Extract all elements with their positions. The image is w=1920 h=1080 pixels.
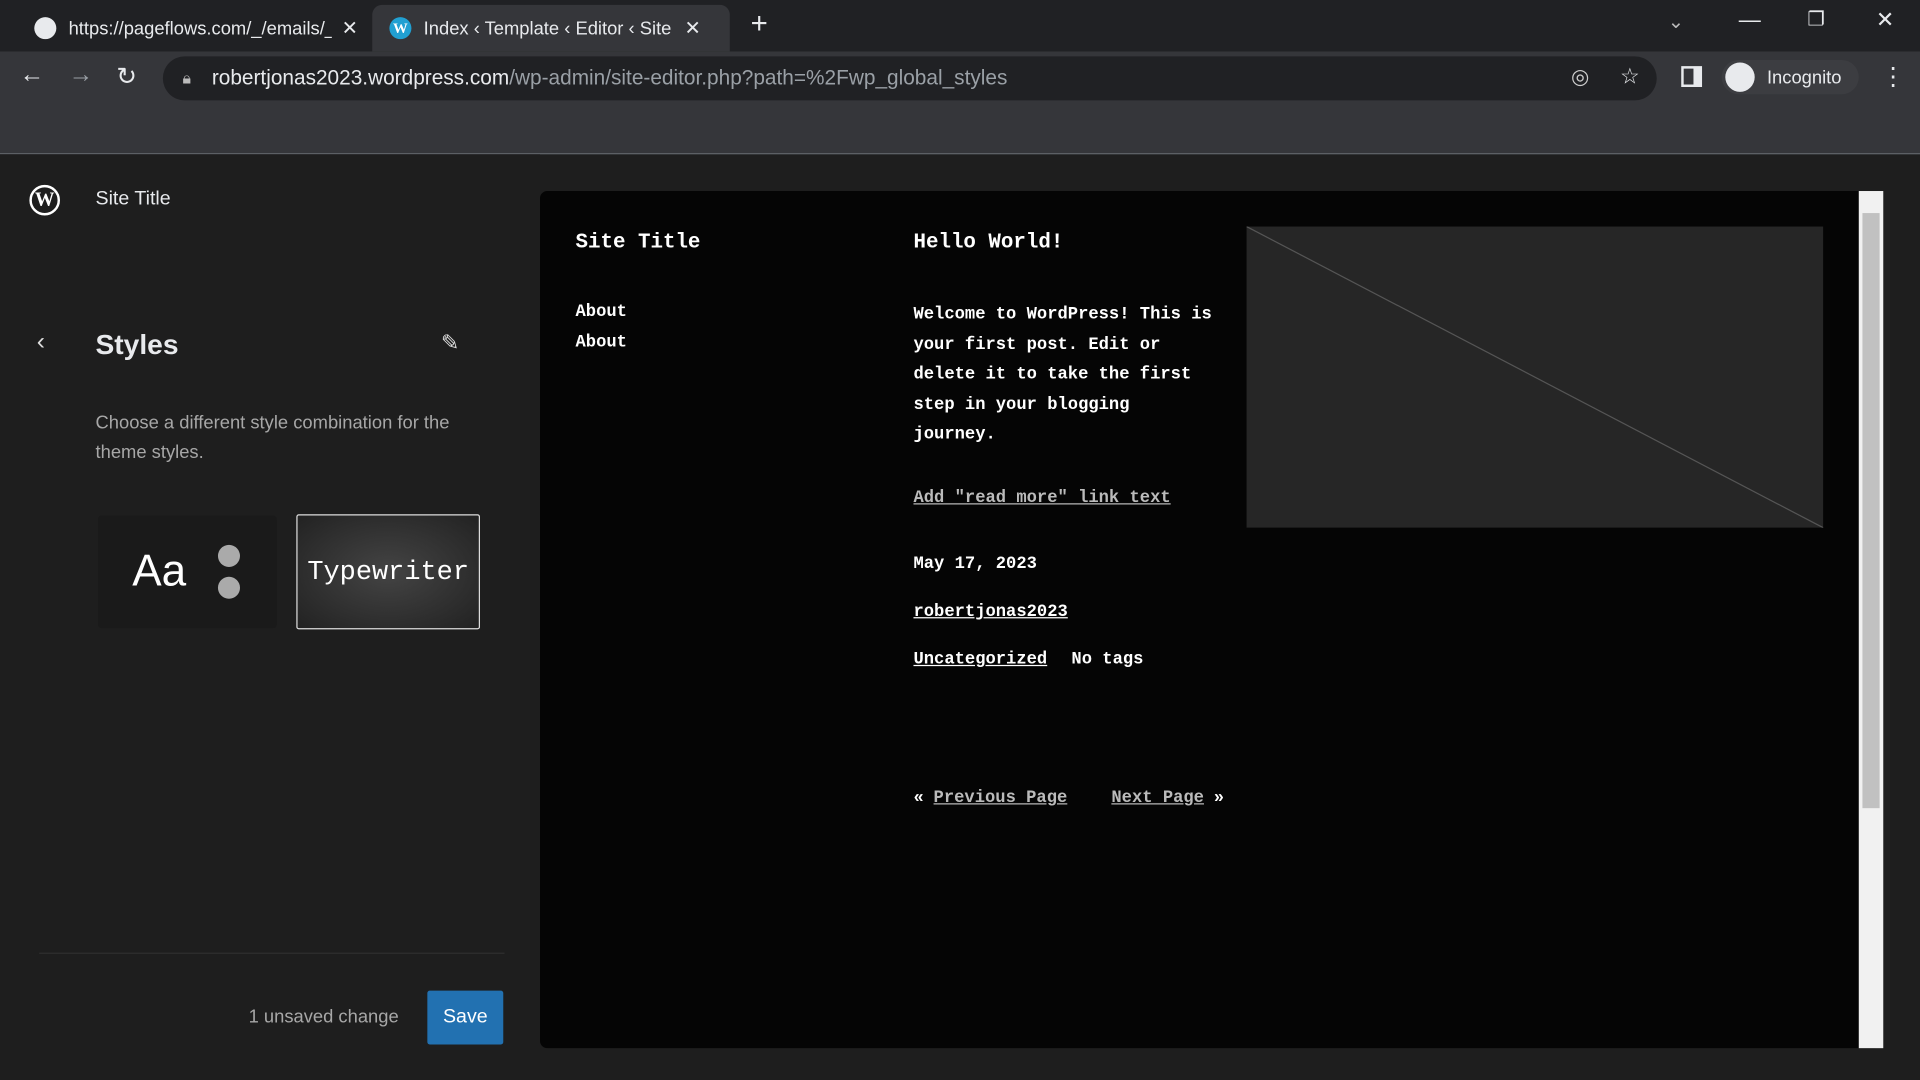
panel-description: Choose a different style combination for… — [95, 412, 450, 463]
new-tab-icon[interactable]: + — [751, 7, 768, 41]
tracking-off-icon[interactable]: ◎ — [1571, 65, 1589, 89]
side-panel-icon[interactable] — [1681, 66, 1703, 87]
panel-title: Styles — [95, 328, 179, 361]
lock-icon: 🔒︎ — [182, 68, 191, 87]
back-icon[interactable]: ← — [20, 61, 44, 89]
nav-link-about[interactable]: About — [576, 302, 627, 322]
next-page-link[interactable]: Next Page — [1111, 789, 1204, 809]
pagination: « Previous Page Next Page » — [913, 788, 1225, 809]
variation-label: Aa — [132, 544, 187, 596]
menu-icon[interactable]: ⋮ — [1881, 61, 1905, 92]
color-dot — [217, 576, 241, 599]
incognito-icon — [1725, 62, 1755, 92]
globe-icon — [34, 17, 57, 40]
bookmark-star-icon[interactable]: ☆ — [1620, 64, 1640, 90]
scrollbar-thumb[interactable] — [1862, 213, 1880, 809]
nav-link-about[interactable]: About — [576, 333, 627, 353]
incognito-button[interactable]: Incognito — [1721, 60, 1859, 95]
tab-search-icon[interactable]: ⌄ — [1668, 10, 1684, 34]
style-variation-default[interactable]: Aa — [97, 515, 277, 629]
post-title[interactable]: Hello World! — [913, 231, 1063, 254]
close-tab-icon[interactable]: ✕ — [342, 16, 358, 40]
divider — [39, 952, 505, 954]
tab-site-editor[interactable]: W Index ‹ Template ‹ Editor ‹ Site Title… — [372, 4, 730, 52]
preview-site-title: Site Title — [575, 231, 701, 255]
style-variation-typewriter[interactable]: Typewriter — [296, 514, 481, 630]
close-tab-icon[interactable]: ✕ — [684, 16, 700, 40]
wordpress-logo-icon[interactable]: W — [29, 184, 61, 216]
site-title[interactable]: Site Title — [96, 189, 171, 211]
back-chevron-icon[interactable]: ‹ — [37, 328, 45, 356]
reload-icon[interactable]: ↻ — [116, 61, 137, 92]
read-more-link[interactable]: Add "read more" link text — [913, 489, 1170, 509]
previous-page-link[interactable]: Previous Page — [934, 789, 1068, 809]
post-tags: No tags — [1071, 650, 1144, 670]
featured-image-placeholder — [1246, 226, 1824, 528]
url-path: /wp-admin/site-editor.php?path=%2Fwp_glo… — [509, 66, 1008, 90]
unsaved-changes: 1 unsaved change — [248, 1006, 399, 1028]
forward-icon[interactable]: → — [69, 61, 93, 89]
close-window-icon[interactable]: ✕ — [1876, 7, 1894, 33]
edit-pencil-icon[interactable]: ✎ — [441, 331, 459, 357]
url-host: robertjonas2023.wordpress.com — [211, 66, 510, 90]
post-date: May 17, 2023 — [913, 554, 1037, 575]
wordpress-icon: W — [389, 17, 412, 40]
screen: https://pageflows.com/_/emails/_ ✕ W Ind… — [0, 0, 1920, 1080]
color-dot — [217, 544, 241, 567]
category-link[interactable]: Uncategorized — [913, 650, 1047, 670]
save-button[interactable]: Save — [427, 990, 504, 1045]
preview-scrollbar[interactable] — [1858, 191, 1884, 1049]
author-link[interactable]: robertjonas2023 — [913, 602, 1067, 622]
site-preview[interactable]: Site Title About About Hello World! Welc… — [540, 191, 1883, 1049]
minimize-icon[interactable]: — — [1739, 7, 1761, 33]
tab-bar: https://pageflows.com/_/emails/_ ✕ W Ind… — [0, 0, 1920, 52]
tab-pageflows[interactable]: https://pageflows.com/_/emails/_ ✕ — [17, 5, 375, 52]
sidebar: W Site Title ‹ Styles ✎ Choose a differe… — [0, 154, 541, 1080]
address-bar[interactable]: 🔒︎ robertjonas2023.wordpress.com/wp-admi… — [162, 56, 1657, 101]
post-excerpt: Welcome to WordPress! This is your first… — [913, 304, 1212, 445]
restore-icon[interactable]: ❐ — [1807, 7, 1825, 31]
